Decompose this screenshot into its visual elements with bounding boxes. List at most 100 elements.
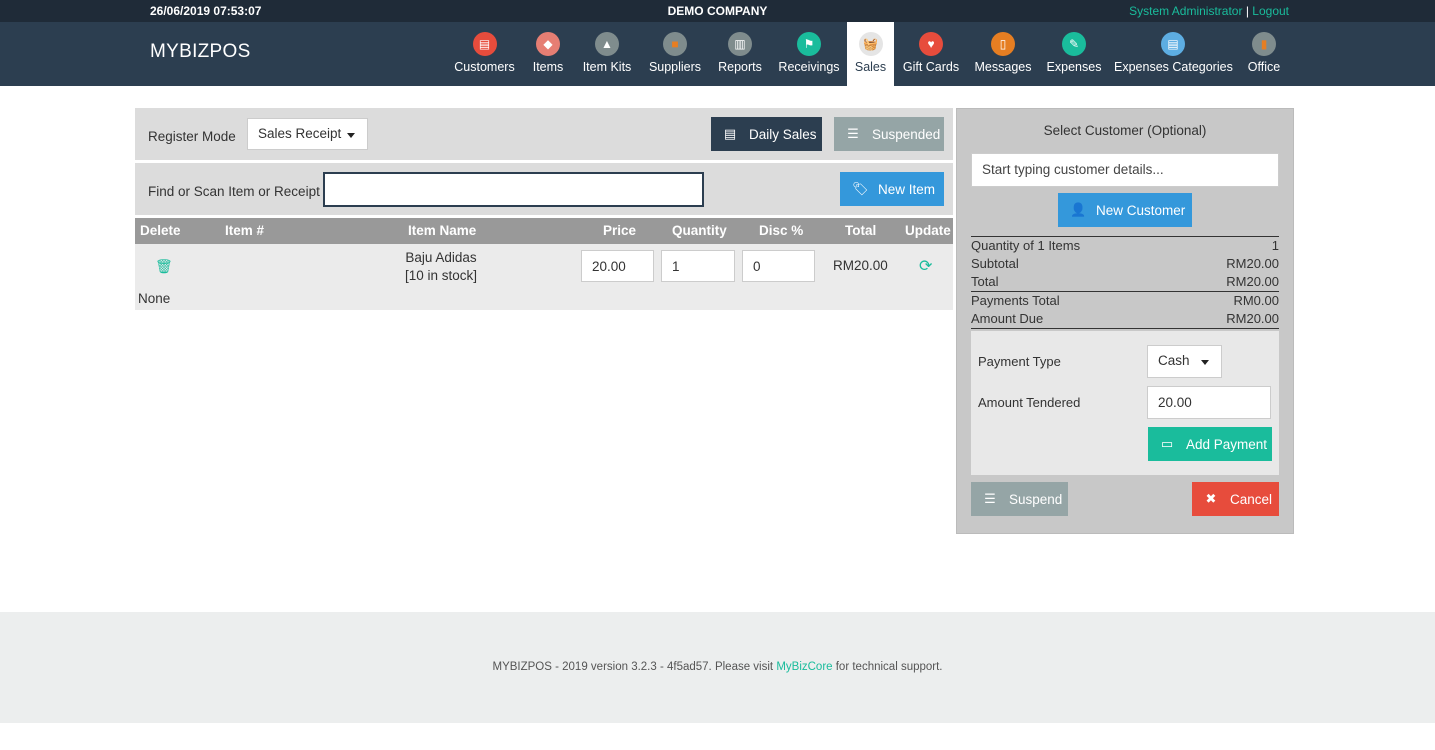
logout-link[interactable]: Logout — [1252, 4, 1289, 18]
totals-block: Quantity of 1 Items 1 Subtotal RM20.00 Tot… — [971, 236, 1279, 291]
header-price: Price — [603, 223, 637, 238]
items-icon: ◆ — [536, 32, 560, 56]
user-icon: 👤 — [1070, 202, 1087, 217]
cancel-label: Cancel — [1230, 491, 1273, 507]
suspend-button[interactable]: ☰ Suspend — [971, 482, 1068, 516]
item-name: Baju Adidas — [405, 250, 477, 265]
header-item-no: Item # — [225, 223, 265, 238]
quantity-input[interactable]: 1 — [661, 250, 735, 282]
customers-icon: ▤ — [472, 32, 497, 56]
footer-link[interactable]: MyBizCore — [776, 661, 832, 673]
expenses-icon: ✎ — [1062, 32, 1086, 56]
gift-cards-icon: ♥ — [919, 32, 943, 56]
select-customer-title: Select Customer (Optional) — [1043, 123, 1207, 138]
user-links: System Administrator | Logout — [1129, 4, 1289, 18]
list-icon: ▤ — [723, 126, 737, 141]
nav-receivings[interactable]: ⚑ Receivings — [775, 22, 843, 86]
price-input[interactable]: 20.00 — [581, 250, 654, 282]
nav-messages[interactable]: ▯ Messages — [972, 22, 1034, 86]
header-item-name: Item Name — [408, 223, 477, 238]
sales-icon: 🧺 — [858, 32, 883, 56]
suspended-button[interactable]: ☰ Suspended — [834, 117, 944, 151]
register-mode-select[interactable]: Sales Receipt — [247, 118, 368, 150]
total-label: Total — [971, 274, 999, 289]
customer-search-input[interactable]: Start typing customer details... — [971, 153, 1279, 187]
payment-type-label: Payment Type — [978, 354, 1061, 369]
suspended-label: Suspended — [872, 126, 941, 142]
amount-tendered-input[interactable]: 20.00 — [1147, 386, 1271, 419]
add-payment-button[interactable]: ▭ Add Payment — [1148, 427, 1272, 461]
new-customer-label: New Customer — [1096, 202, 1186, 218]
nav-reports[interactable]: ▥ Reports — [715, 22, 765, 86]
tag-icon: 🏷 — [852, 181, 869, 196]
sale-summary-panel: Select Customer (Optional) Start typing … — [956, 108, 1294, 534]
chevron-down-icon — [1201, 360, 1209, 365]
payment-form: Payment Type Cash Amount Tendered 20.00 … — [971, 331, 1279, 475]
payment-type-select[interactable]: Cash — [1147, 345, 1222, 378]
header-discount: Disc % — [759, 223, 804, 238]
payments-block: Payments Total RM0.00 Amount Due RM20.00 — [971, 291, 1279, 329]
quantity-label: Quantity of 1 Items — [971, 238, 1081, 253]
nav-label: Items — [532, 60, 564, 74]
nav-label: Office — [1247, 60, 1281, 74]
nav-customers[interactable]: ▤ Customers — [452, 22, 517, 86]
header-quantity: Quantity — [672, 223, 727, 238]
nav-gift-cards[interactable]: ♥ Gift Cards — [900, 22, 962, 86]
item-kits-icon: ▲ — [595, 32, 619, 56]
new-customer-button[interactable]: 👤 New Customer — [1058, 193, 1192, 227]
user-link[interactable]: System Administrator — [1129, 4, 1242, 18]
receivings-icon: ⚑ — [797, 32, 821, 56]
nav-suppliers[interactable]: ■ Suppliers — [645, 22, 705, 86]
nav-label: Suppliers — [648, 60, 702, 74]
nav-item-kits[interactable]: ▲ Item Kits — [579, 22, 635, 86]
footer: MYBIZPOS - 2019 version 3.2.3 - 4f5ad57.… — [0, 612, 1435, 723]
trash-icon[interactable]: 🗑 — [155, 258, 173, 275]
item-stock: [10 in stock] — [404, 268, 478, 283]
total-value: RM20.00 — [1226, 274, 1279, 289]
nav-label: Expenses Categories — [1114, 60, 1233, 74]
nav-label: Item Kits — [582, 60, 632, 74]
nav-label: Expenses — [1046, 60, 1102, 74]
add-payment-label: Add Payment — [1186, 436, 1268, 452]
find-item-input[interactable] — [323, 172, 704, 207]
nav-sales[interactable]: 🧺 Sales — [847, 22, 894, 86]
cancel-button[interactable]: ✖ Cancel — [1192, 482, 1279, 516]
item-description: None — [138, 291, 171, 306]
daily-sales-label: Daily Sales — [749, 126, 817, 142]
new-item-button[interactable]: 🏷 New Item — [840, 172, 944, 206]
list-icon: ☰ — [984, 491, 996, 506]
suspend-label: Suspend — [1009, 491, 1063, 507]
footer-text-after: for technical support. — [832, 661, 943, 673]
header-update: Update — [905, 223, 951, 238]
cart-table-header: Delete Item # Item Name Price Quantity D… — [135, 218, 953, 244]
nav-items[interactable]: ◆ Items — [527, 22, 569, 86]
close-icon: ✖ — [1205, 491, 1217, 506]
payment-type-value: Cash — [1158, 353, 1190, 368]
separator: | — [1245, 4, 1249, 18]
amount-due-label: Amount Due — [971, 311, 1044, 326]
nav-label: Sales — [854, 60, 887, 74]
amount-due-value: RM20.00 — [1226, 311, 1279, 326]
nav-label: Reports — [718, 60, 762, 74]
nav-expenses-categories[interactable]: ▤ Expenses Categories — [1114, 22, 1233, 86]
subtotal-value: RM20.00 — [1226, 256, 1279, 271]
chevron-down-icon — [347, 133, 355, 138]
subtotal-label: Subtotal — [971, 256, 1019, 271]
register-mode-value: Sales Receipt — [258, 126, 342, 141]
brand-logo[interactable]: MYBIZPOS — [150, 41, 251, 63]
table-row: 🗑 Baju Adidas [10 in stock] 20.00 1 0 RM… — [135, 244, 953, 310]
daily-sales-button[interactable]: ▤ Daily Sales — [711, 117, 822, 151]
credit-card-icon: ▭ — [1160, 436, 1174, 451]
discount-input[interactable]: 0 — [742, 250, 815, 282]
office-icon: ▮ — [1252, 32, 1276, 56]
nav-office[interactable]: ▮ Office — [1242, 22, 1286, 86]
row-total: RM20.00 — [833, 258, 888, 273]
payments-total-value: RM0.00 — [1233, 293, 1279, 308]
expenses-categories-icon: ▤ — [1161, 32, 1185, 56]
nav-expenses[interactable]: ✎ Expenses — [1044, 22, 1104, 86]
refresh-icon[interactable]: ⟳ — [919, 256, 932, 276]
find-item-label: Find or Scan Item or Receipt — [148, 184, 320, 199]
header-total: Total — [845, 223, 877, 238]
register-mode-bar: Register Mode Sales Receipt ▤ Daily Sale… — [135, 108, 953, 160]
nav-label: Messages — [974, 60, 1032, 74]
